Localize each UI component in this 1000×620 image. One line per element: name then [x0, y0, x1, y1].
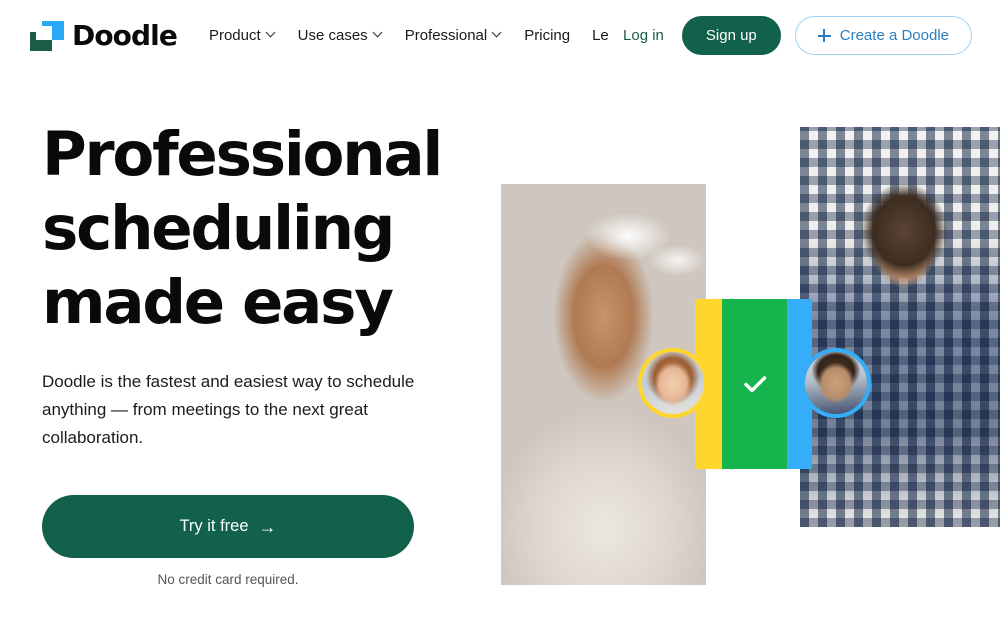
try-it-free-label: Try it free: [179, 517, 249, 535]
signup-button[interactable]: Sign up: [681, 16, 781, 55]
photo-woman-with-tablet: [501, 184, 706, 585]
create-a-doodle-button[interactable]: Create a Doodle: [794, 16, 972, 55]
try-it-free-button[interactable]: Try it free →: [42, 495, 414, 558]
nav-item-use-cases-label: Use cases: [297, 28, 368, 43]
nav-item-pricing[interactable]: Pricing: [524, 28, 570, 43]
create-a-doodle-label: Create a Doodle: [839, 27, 949, 44]
avatar-man: [801, 348, 871, 418]
hero-subheadline: Doodle is the fastest and easiest way to…: [42, 372, 415, 447]
logo-inner-cutout: [36, 25, 52, 40]
arrow-right-icon: →: [258, 516, 277, 537]
nav-item-professional-label: Professional: [404, 28, 488, 43]
checkmark-icon: [743, 376, 766, 393]
nav-actions: Log in Sign up Create a Doodle: [619, 0, 972, 71]
bar-yellow: [695, 299, 722, 469]
nav-links: Product Use cases Professional Pricing L…: [209, 28, 609, 43]
no-credit-card-note: No credit card required.: [157, 572, 299, 587]
bar-green: [722, 299, 787, 469]
chevron-down-icon: [374, 29, 383, 38]
nav-item-use-cases[interactable]: Use cases: [298, 28, 383, 43]
nav-item-learn[interactable]: Le: [592, 28, 609, 43]
nav-item-pricing-label: Pricing: [524, 28, 571, 43]
hero-headline: Professional scheduling made easy: [42, 119, 443, 338]
nav-item-product-label: Product: [208, 28, 261, 43]
chevron-down-icon: [267, 29, 276, 38]
top-navigation-bar: Doodle Product Use cases Professional Pr…: [0, 0, 1000, 71]
nav-item-product[interactable]: Product: [209, 28, 276, 43]
doodle-squares-logo-icon: [30, 20, 64, 51]
bar-blue: [787, 299, 812, 469]
hero-content: Professional scheduling made easy Doodle…: [42, 118, 462, 587]
login-link[interactable]: Log in: [619, 27, 668, 44]
doodle-logo[interactable]: Doodle: [30, 16, 178, 56]
chevron-down-icon: [493, 29, 502, 38]
photo-man-at-desk: [800, 127, 1000, 527]
logo-wordmark: Doodle: [72, 18, 178, 52]
plus-icon: [817, 29, 831, 42]
nav-item-learn-label: Le: [592, 28, 609, 43]
color-bars-graphic: [695, 299, 812, 469]
nav-item-professional[interactable]: Professional: [405, 28, 503, 43]
avatar-woman: [638, 348, 708, 418]
